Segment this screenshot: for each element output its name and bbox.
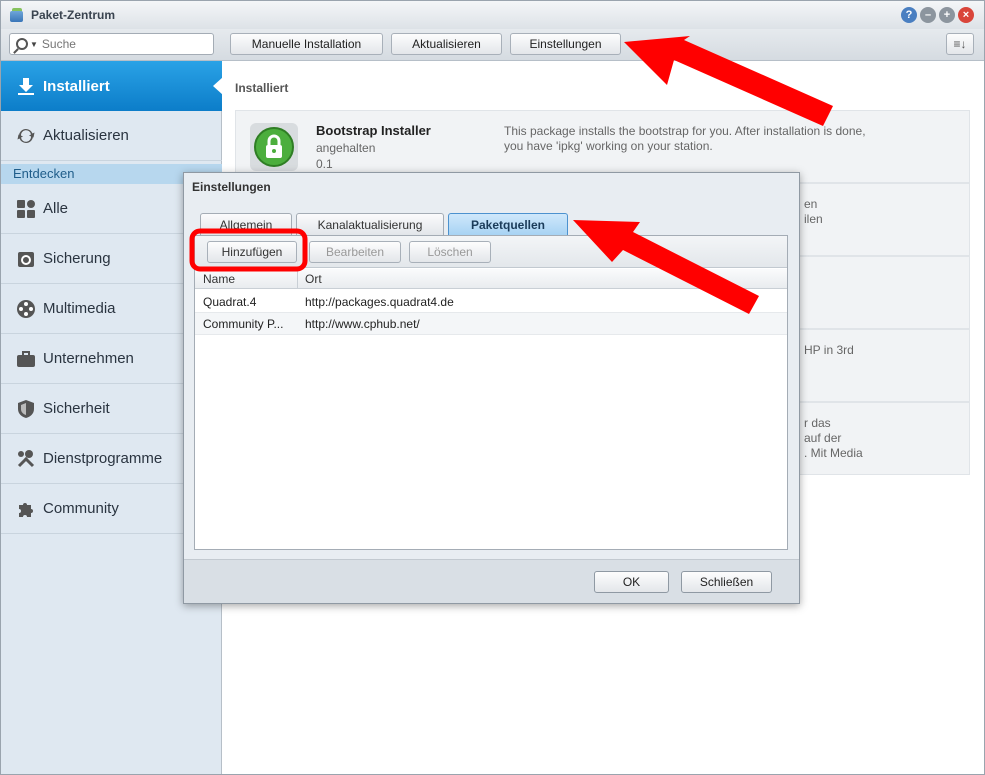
refresh-icon <box>15 125 37 147</box>
briefcase-icon <box>15 348 37 370</box>
settings-dialog: Einstellungen Allgemein Kanalaktualisier… <box>183 172 800 604</box>
package-description: HP in 3rd <box>804 343 854 357</box>
manual-install-button[interactable]: Manuelle Installation <box>230 33 383 55</box>
sidebar-item-label: Aktualisieren <box>43 127 129 144</box>
update-button[interactable]: Aktualisieren <box>391 33 502 55</box>
sidebar-item-updates[interactable]: Aktualisieren <box>1 111 222 161</box>
dialog-footer: OK Schließen <box>184 559 799 603</box>
package-description: en <box>804 197 818 211</box>
page-title: Installiert <box>235 81 289 95</box>
add-button[interactable]: Hinzufügen <box>207 241 297 263</box>
source-name: Quadrat.4 <box>203 295 257 309</box>
source-name: Community P... <box>203 317 284 331</box>
sidebar-item-installed[interactable]: Installiert <box>1 61 223 111</box>
settings-button[interactable]: Einstellungen <box>510 33 621 55</box>
minimize-icon[interactable]: – <box>920 7 936 23</box>
maximize-icon[interactable]: + <box>939 7 955 23</box>
search-box[interactable]: ▼ <box>9 33 214 55</box>
close-icon[interactable]: × <box>958 7 974 23</box>
lock-icon <box>250 123 298 171</box>
package-description: r das <box>804 416 831 430</box>
search-icon <box>16 38 28 50</box>
backup-icon <box>15 248 37 270</box>
grid-header: Name Ort <box>195 269 787 289</box>
puzzle-icon <box>15 498 37 520</box>
download-icon <box>15 75 37 97</box>
sidebar-item-label: Multimedia <box>43 300 116 317</box>
column-divider[interactable] <box>297 269 298 289</box>
package-description: . Mit Media <box>804 446 863 460</box>
package-description: ilen <box>804 212 823 226</box>
close-button[interactable]: Schließen <box>681 571 772 593</box>
sidebar-item-label: Sicherheit <box>43 400 110 417</box>
shield-icon <box>15 398 37 420</box>
sidebar-item-label: Sicherung <box>43 250 111 267</box>
package-description: auf der <box>804 431 842 445</box>
package-status: angehalten <box>316 141 376 155</box>
sidebar-item-label: Installiert <box>43 77 110 95</box>
title-bar: Paket-Zentrum ? – + × <box>1 1 984 29</box>
toolbar: ▼ Manuelle Installation Aktualisieren Ei… <box>1 29 984 61</box>
tab-package-sources[interactable]: Paketquellen <box>448 213 568 235</box>
window-controls: ? – + × <box>901 7 974 23</box>
ok-button[interactable]: OK <box>594 571 669 593</box>
source-url: http://www.cphub.net/ <box>305 317 420 331</box>
package-version: 0.1 <box>316 157 333 171</box>
column-header-name[interactable]: Name <box>203 272 235 286</box>
sidebar-item-label: Dienstprogramme <box>43 450 163 467</box>
search-input[interactable] <box>41 37 202 51</box>
table-row[interactable]: Quadrat.4 http://packages.quadrat4.de <box>195 291 787 313</box>
table-row[interactable]: Community P... http://www.cphub.net/ <box>195 313 787 335</box>
delete-button[interactable]: Löschen <box>409 241 491 263</box>
package-center-icon <box>9 7 25 23</box>
film-reel-icon <box>15 298 37 320</box>
grid-icon <box>15 198 37 220</box>
panel-toolbar: Hinzufügen Bearbeiten Löschen <box>195 236 787 268</box>
package-name: Bootstrap Installer <box>316 123 431 138</box>
sidebar-item-label: Alle <box>43 200 69 217</box>
sidebar-item-label: Unternehmen <box>43 350 134 367</box>
package-sources-panel: Hinzufügen Bearbeiten Löschen Name Ort Q… <box>194 235 788 550</box>
package-description: This package installs the bootstrap for … <box>504 124 866 153</box>
sidebar-item-label: Community <box>43 500 119 517</box>
window-title: Paket-Zentrum <box>31 8 116 22</box>
sort-icon[interactable]: ≡↓ <box>946 33 974 55</box>
dialog-title: Einstellungen <box>192 180 271 194</box>
tab-channel-update[interactable]: Kanalaktualisierung <box>296 213 444 235</box>
edit-button[interactable]: Bearbeiten <box>309 241 401 263</box>
help-icon[interactable]: ? <box>901 7 917 23</box>
column-header-location[interactable]: Ort <box>305 272 322 286</box>
tools-icon <box>15 448 37 470</box>
source-url: http://packages.quadrat4.de <box>305 295 454 309</box>
tab-general[interactable]: Allgemein <box>200 213 292 235</box>
chevron-down-icon[interactable]: ▼ <box>30 40 38 49</box>
